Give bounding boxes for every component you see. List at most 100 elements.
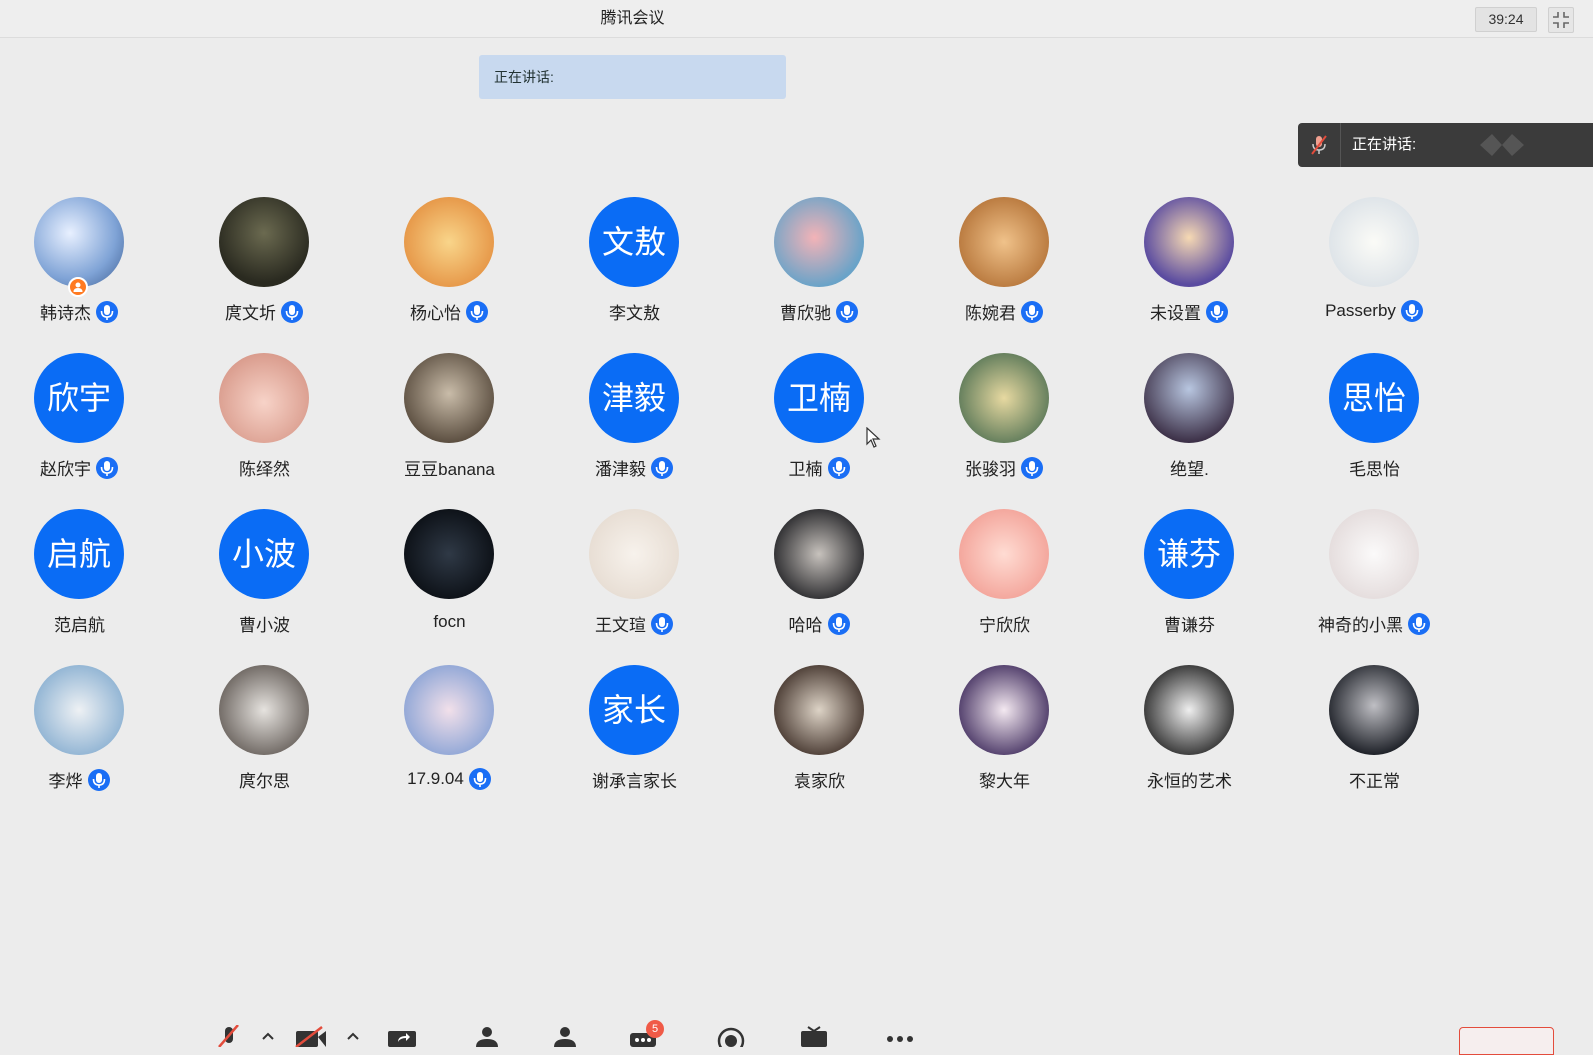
mic-on-icon	[1400, 299, 1424, 323]
participant-avatar-photo	[404, 353, 494, 443]
participant-name-row: 神奇的小黑	[1297, 611, 1452, 636]
mic-on-icon	[827, 456, 851, 480]
mic-on-icon	[468, 767, 492, 791]
exit-fullscreen-icon	[1553, 12, 1569, 28]
participant-name: 赵欣宇	[40, 460, 91, 479]
participant-tile[interactable]: 绝望.	[1112, 353, 1297, 503]
participant-tile[interactable]: 张骏羽	[927, 353, 1112, 503]
mic-on-icon	[87, 768, 111, 792]
exit-fullscreen-button[interactable]	[1548, 7, 1574, 33]
mute-mic-icon[interactable]	[212, 1025, 246, 1047]
participant-name-row: 庹尔思	[187, 767, 342, 792]
participant-avatar-photo	[959, 197, 1049, 287]
participant-name: 绝望.	[1170, 460, 1209, 479]
participant-avatar-photo	[1144, 197, 1234, 287]
end-meeting-button[interactable]	[1459, 1027, 1554, 1055]
mic-options-caret-icon[interactable]	[262, 1031, 274, 1041]
participant-tile[interactable]: focn	[372, 509, 557, 659]
participant-tile[interactable]: 杨心怡	[372, 197, 557, 347]
participant-tile[interactable]: 神奇的小黑	[1297, 509, 1482, 659]
participant-name-row: 17.9.04	[372, 767, 527, 791]
participant-name-row: 宁欣欣	[927, 611, 1082, 636]
participant-name: 曹欣驰	[780, 304, 831, 323]
participant-avatar-photo	[1329, 509, 1419, 599]
participant-name: 王文瑄	[595, 616, 646, 635]
participants-icon[interactable]	[548, 1025, 582, 1047]
participant-name: 哈哈	[788, 616, 823, 635]
participant-tile[interactable]: 永恒的艺术	[1112, 665, 1297, 815]
apps-icon[interactable]	[798, 1025, 832, 1047]
participant-name: 曹谦芬	[1164, 616, 1215, 635]
participant-name: 曹小波	[239, 616, 290, 635]
more-icon[interactable]	[883, 1025, 917, 1047]
participant-tile[interactable]: 思怡 毛思怡	[1297, 353, 1482, 503]
participant-avatar-photo	[959, 665, 1049, 755]
title-bar: 腾讯会议 39:24	[0, 0, 1593, 38]
participant-avatar: 思怡	[1329, 353, 1419, 443]
participant-name: 范启航	[54, 616, 105, 635]
participant-tile[interactable]: Passerby	[1297, 197, 1482, 347]
participant-name: 潘津毅	[595, 460, 646, 479]
participant-tile[interactable]: 陈婉君	[927, 197, 1112, 347]
participant-name: 永恒的艺术	[1147, 772, 1232, 791]
participant-tile[interactable]: 王文瑄	[557, 509, 742, 659]
share-screen-icon[interactable]	[386, 1025, 420, 1047]
participant-tile[interactable]: 津毅潘津毅	[557, 353, 742, 503]
participant-tile[interactable]: 宁欣欣	[927, 509, 1112, 659]
speaker-name-redacted-icon	[1480, 134, 1524, 156]
participant-name-row: 张骏羽	[927, 455, 1082, 480]
participant-tile[interactable]: 启航 范启航	[2, 509, 187, 659]
participant-avatar-photo	[219, 665, 309, 755]
mic-on-icon	[280, 300, 304, 324]
participant-tile[interactable]: 庹尔思	[187, 665, 372, 815]
participant-name-row: 赵欣宇	[2, 455, 157, 480]
participant-tile[interactable]: 小波 曹小波	[187, 509, 372, 659]
invite-icon[interactable]	[470, 1025, 504, 1047]
speaker-mic-off-icon	[1298, 123, 1341, 167]
participant-tile[interactable]: 哈哈	[742, 509, 927, 659]
speaking-panel-label: 正在讲话:	[1352, 136, 1417, 153]
participant-tile[interactable]: 未设置	[1112, 197, 1297, 347]
participant-tile[interactable]: 袁家欣	[742, 665, 927, 815]
participant-avatar-photo	[774, 197, 864, 287]
participant-avatar-photo	[774, 665, 864, 755]
participant-tile[interactable]: 韩诗杰	[2, 197, 187, 347]
participant-name: 陈婉君	[965, 304, 1016, 323]
participant-name: 神奇的小黑	[1318, 616, 1403, 635]
participant-tile[interactable]: 李烨	[2, 665, 187, 815]
participant-avatar-photo	[1144, 665, 1234, 755]
video-off-icon[interactable]	[294, 1025, 328, 1047]
video-options-caret-icon[interactable]	[347, 1031, 359, 1041]
participant-tile[interactable]: 豆豆banana	[372, 353, 557, 503]
participant-name-row: 谢承言家长	[557, 767, 712, 792]
participant-tile[interactable]: 谦芬 曹谦芬	[1112, 509, 1297, 659]
mic-on-icon	[1407, 612, 1431, 636]
participant-tile[interactable]: 不正常	[1297, 665, 1482, 815]
participant-tile[interactable]: 家长 谢承言家长	[557, 665, 742, 815]
participant-name-row: 绝望.	[1112, 455, 1267, 480]
mic-on-icon	[95, 300, 119, 324]
participant-tile[interactable]: 欣宇 赵欣宇	[2, 353, 187, 503]
host-badge-icon	[68, 277, 88, 297]
participant-name: 庹文圻	[225, 304, 276, 323]
participant-name-row: 陈绎然	[187, 455, 342, 480]
participant-tile[interactable]: 卫楠 卫楠	[742, 353, 927, 503]
participant-avatar: 卫楠	[774, 353, 864, 443]
participant-tile[interactable]: 17.9.04	[372, 665, 557, 815]
participant-name: 张骏羽	[965, 460, 1016, 479]
participant-tile[interactable]: 曹欣驰	[742, 197, 927, 347]
bottom-toolbar: 5	[0, 1005, 1593, 1055]
participant-tile[interactable]: 文敖 李文敖	[557, 197, 742, 347]
participant-avatar: 津毅	[589, 353, 679, 443]
participant-tile[interactable]: 黎大年	[927, 665, 1112, 815]
record-icon[interactable]	[714, 1025, 748, 1047]
participant-name: 豆豆banana	[404, 460, 495, 479]
participant-name-row: 王文瑄	[557, 611, 712, 636]
participant-name: 庹尔思	[239, 772, 290, 791]
participant-tile[interactable]: 庹文圻	[187, 197, 372, 347]
participant-avatar-photo	[404, 197, 494, 287]
mic-on-icon	[650, 612, 674, 636]
participant-name-row: focn	[372, 611, 527, 632]
participant-tile[interactable]: 陈绎然	[187, 353, 372, 503]
participant-name-row: 范启航	[2, 611, 157, 636]
